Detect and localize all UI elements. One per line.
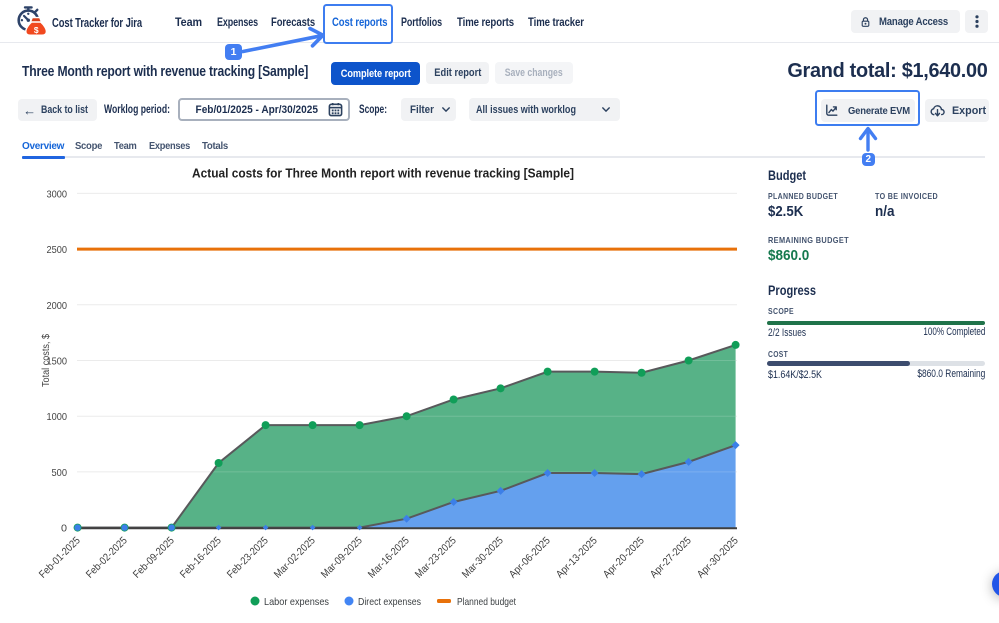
svg-text:0: 0 bbox=[61, 523, 67, 535]
svg-text:Feb-09-2025: Feb-09-2025 bbox=[131, 535, 177, 581]
svg-text:Apr-06-2025: Apr-06-2025 bbox=[507, 535, 553, 581]
svg-text:$: $ bbox=[34, 25, 39, 35]
svg-text:Feb-01-2025: Feb-01-2025 bbox=[37, 535, 83, 581]
svg-text:Apr-20-2025: Apr-20-2025 bbox=[601, 535, 647, 581]
svg-text:2500: 2500 bbox=[47, 244, 68, 256]
svg-text:Feb-23-2025: Feb-23-2025 bbox=[225, 535, 271, 581]
svg-text:Apr-30-2025: Apr-30-2025 bbox=[695, 535, 741, 581]
svg-text:Direct expenses: Direct expenses bbox=[358, 596, 421, 608]
svg-text:Mar-09-2025: Mar-09-2025 bbox=[319, 535, 365, 581]
svg-text:Mar-23-2025: Mar-23-2025 bbox=[413, 535, 459, 581]
svg-text:Feb-02-2025: Feb-02-2025 bbox=[84, 535, 130, 581]
svg-text:Mar-30-2025: Mar-30-2025 bbox=[460, 535, 506, 581]
svg-text:1000: 1000 bbox=[47, 411, 68, 423]
svg-text:Mar-02-2025: Mar-02-2025 bbox=[272, 535, 318, 581]
svg-text:Mar-16-2025: Mar-16-2025 bbox=[366, 535, 412, 581]
svg-text:Planned budget: Planned budget bbox=[457, 596, 516, 608]
svg-text:Labor expenses: Labor expenses bbox=[264, 596, 329, 608]
svg-text:Actual costs for Three Month r: Actual costs for Three Month report with… bbox=[192, 167, 574, 181]
svg-text:3000: 3000 bbox=[47, 188, 68, 200]
svg-text:Apr-27-2025: Apr-27-2025 bbox=[648, 535, 694, 581]
svg-text:Total costs, $: Total costs, $ bbox=[40, 334, 52, 387]
svg-text:Apr-13-2025: Apr-13-2025 bbox=[554, 535, 600, 581]
svg-text:Feb-16-2025: Feb-16-2025 bbox=[178, 535, 224, 581]
svg-text:2000: 2000 bbox=[47, 300, 68, 312]
svg-text:500: 500 bbox=[52, 467, 68, 479]
